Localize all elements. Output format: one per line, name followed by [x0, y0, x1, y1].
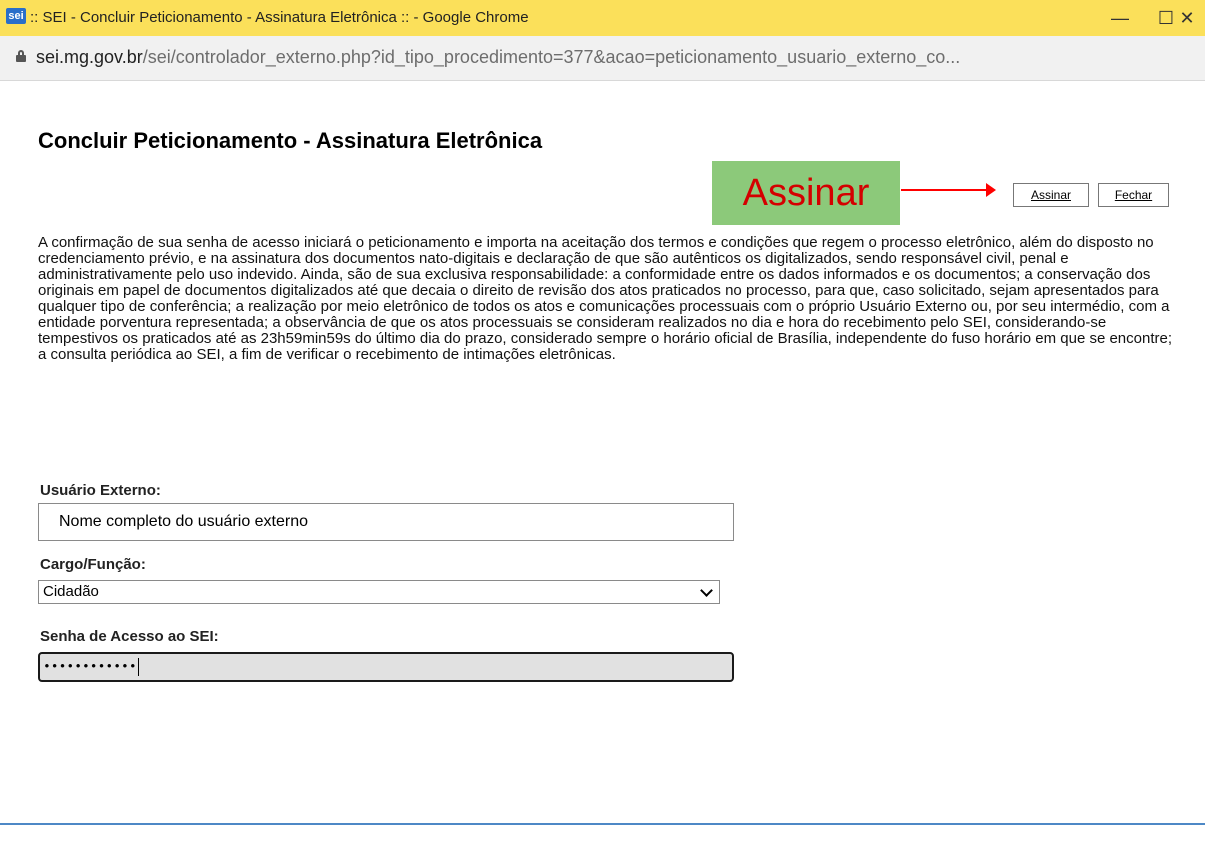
role-select[interactable]: Cidadão [38, 580, 720, 604]
url-domain: sei.mg.gov.br [36, 47, 143, 67]
role-label: Cargo/Função: [40, 556, 146, 573]
address-bar[interactable]: sei.mg.gov.br/sei/controlador_externo.ph… [0, 36, 1205, 81]
callout-arrow-head-icon [986, 183, 996, 197]
minimize-icon[interactable]: — [1097, 0, 1143, 36]
sei-logo-icon: sei [6, 8, 26, 24]
password-value: •••••••••••• [43, 659, 137, 674]
callout-arrow [901, 189, 989, 191]
chevron-down-icon [700, 584, 713, 597]
role-select-value: Cidadão [43, 583, 99, 600]
assinar-callout: Assinar [712, 161, 900, 225]
url-path: /sei/controlador_externo.php?id_tipo_pro… [142, 47, 961, 67]
bottom-divider [0, 823, 1205, 825]
user-label: Usuário Externo: [40, 482, 161, 499]
text-caret [137, 657, 139, 676]
password-label: Senha de Acesso ao SEI: [40, 628, 219, 645]
close-button[interactable]: Fechar [1098, 183, 1169, 207]
window-title: :: SEI - Concluir Peticionamento - Assin… [30, 9, 529, 26]
close-window-icon[interactable]: ✕ [1164, 0, 1205, 36]
sign-button[interactable]: Assinar [1013, 183, 1089, 207]
lock-icon [16, 50, 26, 62]
url-text[interactable]: sei.mg.gov.br/sei/controlador_externo.ph… [36, 47, 960, 68]
terms-text: A confirmação de sua senha de acesso ini… [38, 234, 1173, 363]
user-name-field[interactable]: Nome completo do usuário externo [38, 503, 734, 541]
window-titlebar: sei :: SEI - Concluir Peticionamento - A… [0, 0, 1205, 36]
password-input[interactable]: •••••••••••• [38, 652, 734, 682]
page-title: Concluir Peticionamento - Assinatura Ele… [38, 128, 543, 153]
